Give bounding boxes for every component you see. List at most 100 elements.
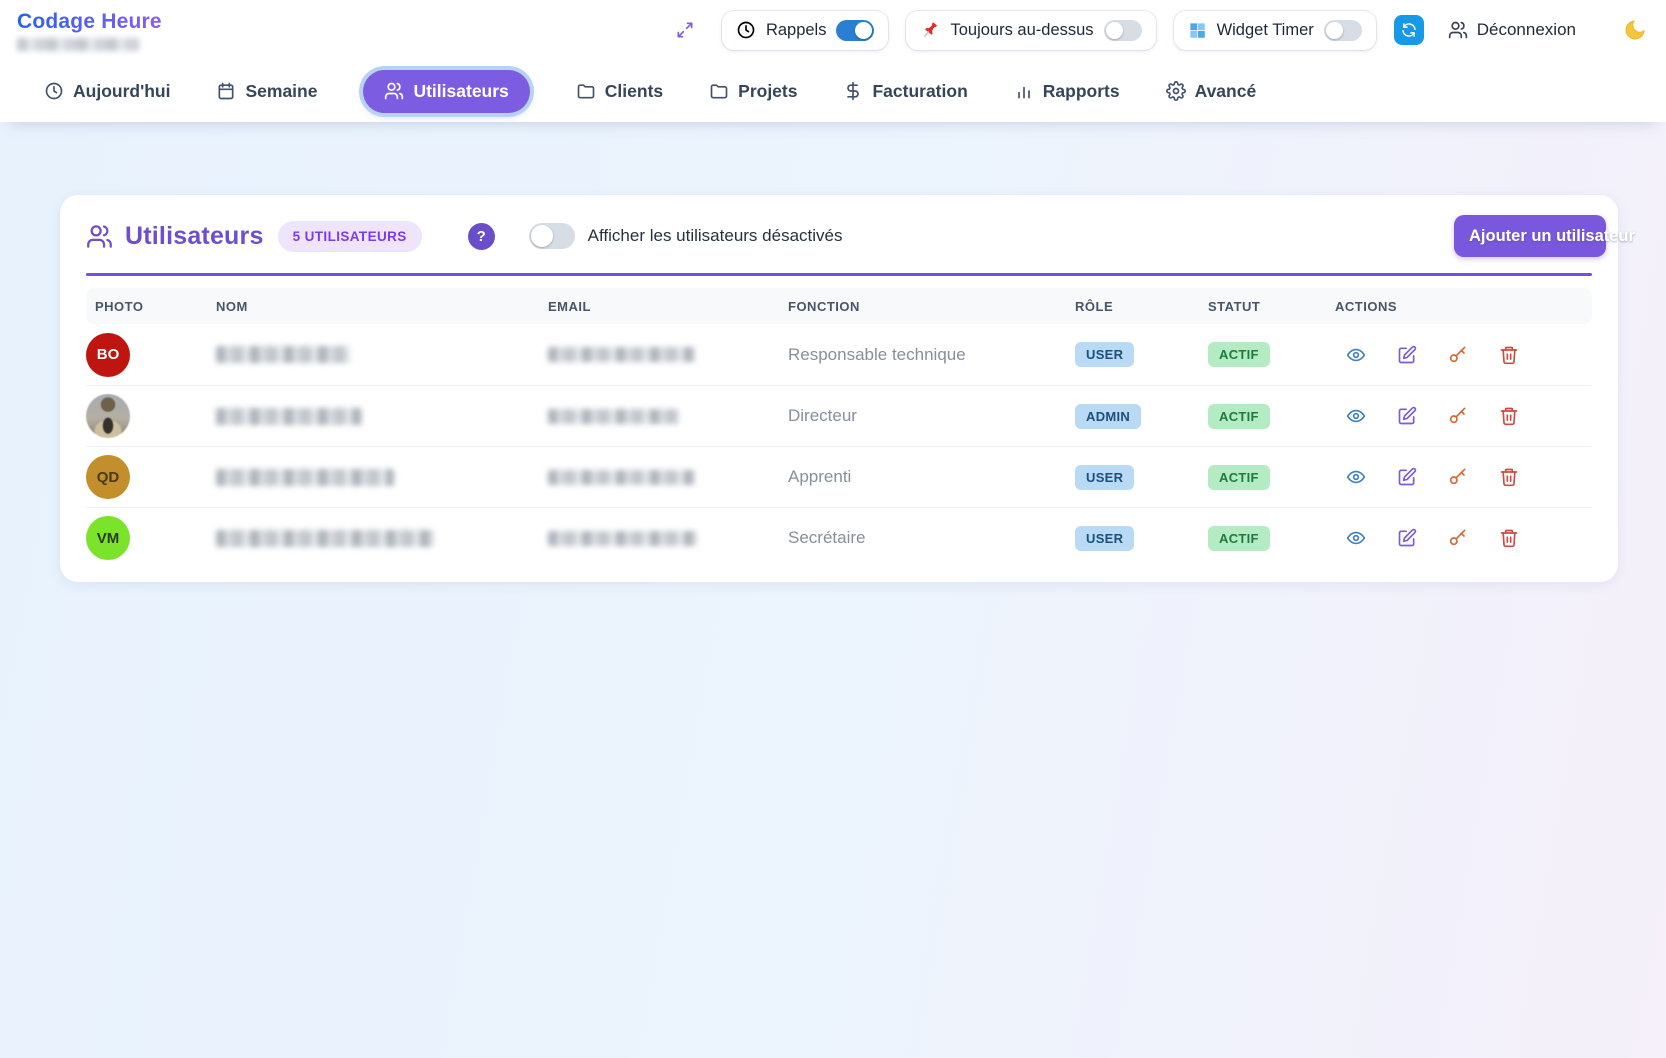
folder-icon (709, 81, 729, 101)
reset-password-button[interactable] (1447, 344, 1468, 365)
table-header-row: PHOTONOMEMAILFONCTIONRÔLESTATUTACTIONS (86, 288, 1592, 324)
pill-label-widget-timer: Widget Timer (1217, 21, 1314, 40)
tab-label: Projets (738, 81, 797, 102)
reset-password-button[interactable] (1447, 467, 1468, 488)
tab-aujourdhui[interactable]: Aujourd'hui (44, 81, 170, 102)
eye-icon (1346, 345, 1366, 365)
folder-icon (576, 81, 596, 101)
redacted-subtitle (17, 38, 139, 51)
trash-icon (1499, 406, 1519, 426)
users-table-body: BOResponsable techniqueUSERACTIFDirecteu… (86, 324, 1592, 568)
role-badge: USER (1075, 526, 1134, 551)
topbar-pill-rappels: Rappels (722, 11, 889, 50)
tab-avance[interactable]: Avancé (1166, 81, 1257, 102)
avatar-initials: VM (86, 516, 130, 560)
redacted-email (548, 409, 679, 424)
delete-user-button[interactable] (1498, 406, 1519, 427)
reset-password-button[interactable] (1447, 528, 1468, 549)
main-navigation: Aujourd'hui Semaine Utilisateurs Clients Pro… (0, 60, 1666, 122)
pill-label-rappels: Rappels (766, 21, 827, 40)
edit-icon (1397, 345, 1417, 365)
fonction-cell: Directeur (788, 406, 1075, 426)
photo-cell (86, 394, 216, 438)
dollar-icon (843, 81, 863, 101)
statut-cell: ACTIF (1208, 465, 1335, 490)
delete-user-button[interactable] (1498, 528, 1519, 549)
photo-cell: QD (86, 455, 216, 499)
moon-icon[interactable] (1622, 17, 1648, 43)
key-icon (1448, 467, 1468, 487)
tab-semaine[interactable]: Semaine (216, 81, 317, 102)
role-cell: ADMIN (1075, 404, 1208, 429)
calendar-icon (216, 81, 236, 101)
topbar-pill-always-on-top: Toujours au-dessus (906, 11, 1155, 50)
role-cell: USER (1075, 465, 1208, 490)
reset-password-button[interactable] (1447, 406, 1468, 427)
edit-user-button[interactable] (1396, 528, 1417, 549)
table-row: BOResponsable techniqueUSERACTIF (86, 324, 1592, 385)
tab-label: Facturation (872, 81, 967, 102)
role-cell: USER (1075, 526, 1208, 551)
statut-cell: ACTIF (1208, 342, 1335, 367)
column-header: PHOTO (86, 299, 216, 314)
topbar: Codage Heure Rappels Toujours au-dessus Wi… (0, 0, 1666, 60)
fonction-cell: Apprenti (788, 467, 1075, 487)
tab-utilisateurs[interactable]: Utilisateurs (363, 70, 529, 113)
tab-label: Aujourd'hui (73, 81, 170, 102)
edit-user-button[interactable] (1396, 344, 1417, 365)
chart-icon (1014, 81, 1034, 101)
gear-icon (1166, 81, 1186, 101)
edit-user-button[interactable] (1396, 467, 1417, 488)
column-header: NOM (216, 299, 548, 314)
app-chrome: Codage Heure Rappels Toujours au-dessus Wi… (0, 0, 1666, 122)
redacted-name (216, 408, 362, 425)
email-cell (548, 347, 788, 362)
column-header: EMAIL (548, 299, 788, 314)
key-icon (1448, 345, 1468, 365)
toggle-knob (1106, 22, 1123, 39)
edit-icon (1397, 406, 1417, 426)
clock-icon (736, 20, 756, 40)
user-count-badge: 5 UTILISATEURS (278, 221, 422, 252)
tab-rapports[interactable]: Rapports (1014, 81, 1120, 102)
sync-button[interactable] (1394, 15, 1424, 45)
edit-user-button[interactable] (1396, 406, 1417, 427)
logout-button[interactable]: Déconnexion (1448, 20, 1576, 40)
users-panel: Utilisateurs 5 UTILISATEURS ? Afficher l… (60, 195, 1618, 582)
avatar-photo (86, 394, 130, 438)
users-icon (86, 223, 113, 250)
view-user-button[interactable] (1345, 344, 1366, 365)
delete-user-button[interactable] (1498, 344, 1519, 365)
users-icon (384, 81, 404, 101)
row-actions (1335, 528, 1592, 549)
view-user-button[interactable] (1345, 528, 1366, 549)
redacted-email (548, 347, 695, 362)
role-badge: USER (1075, 342, 1134, 367)
widget-timer-toggle[interactable] (1324, 20, 1362, 41)
view-user-button[interactable] (1345, 406, 1366, 427)
toggle-knob (531, 225, 553, 247)
photo-cell: VM (86, 516, 216, 560)
expand-icon[interactable] (672, 17, 698, 43)
tab-facturation[interactable]: Facturation (843, 81, 967, 102)
tab-projets[interactable]: Projets (709, 81, 797, 102)
redacted-name (216, 530, 434, 547)
add-user-button[interactable]: Ajouter un utilisateur (1454, 215, 1606, 257)
status-badge: ACTIF (1208, 465, 1270, 490)
always-on-top-toggle[interactable] (1104, 20, 1142, 41)
delete-user-button[interactable] (1498, 467, 1519, 488)
rappels-toggle[interactable] (836, 20, 874, 41)
column-header: ACTIONS (1335, 299, 1592, 314)
photo-cell: BO (86, 333, 216, 377)
brand: Codage Heure (17, 10, 162, 51)
role-badge: ADMIN (1075, 404, 1141, 429)
tab-clients[interactable]: Clients (576, 81, 663, 102)
view-user-button[interactable] (1345, 467, 1366, 488)
help-button[interactable]: ? (468, 223, 495, 250)
show-disabled-toggle[interactable] (529, 223, 575, 249)
tab-label: Rapports (1043, 81, 1120, 102)
trash-icon (1499, 528, 1519, 548)
key-icon (1448, 406, 1468, 426)
statut-cell: ACTIF (1208, 526, 1335, 551)
topbar-controls: Rappels Toujours au-dessus Widget Timer Dé… (672, 11, 1648, 50)
